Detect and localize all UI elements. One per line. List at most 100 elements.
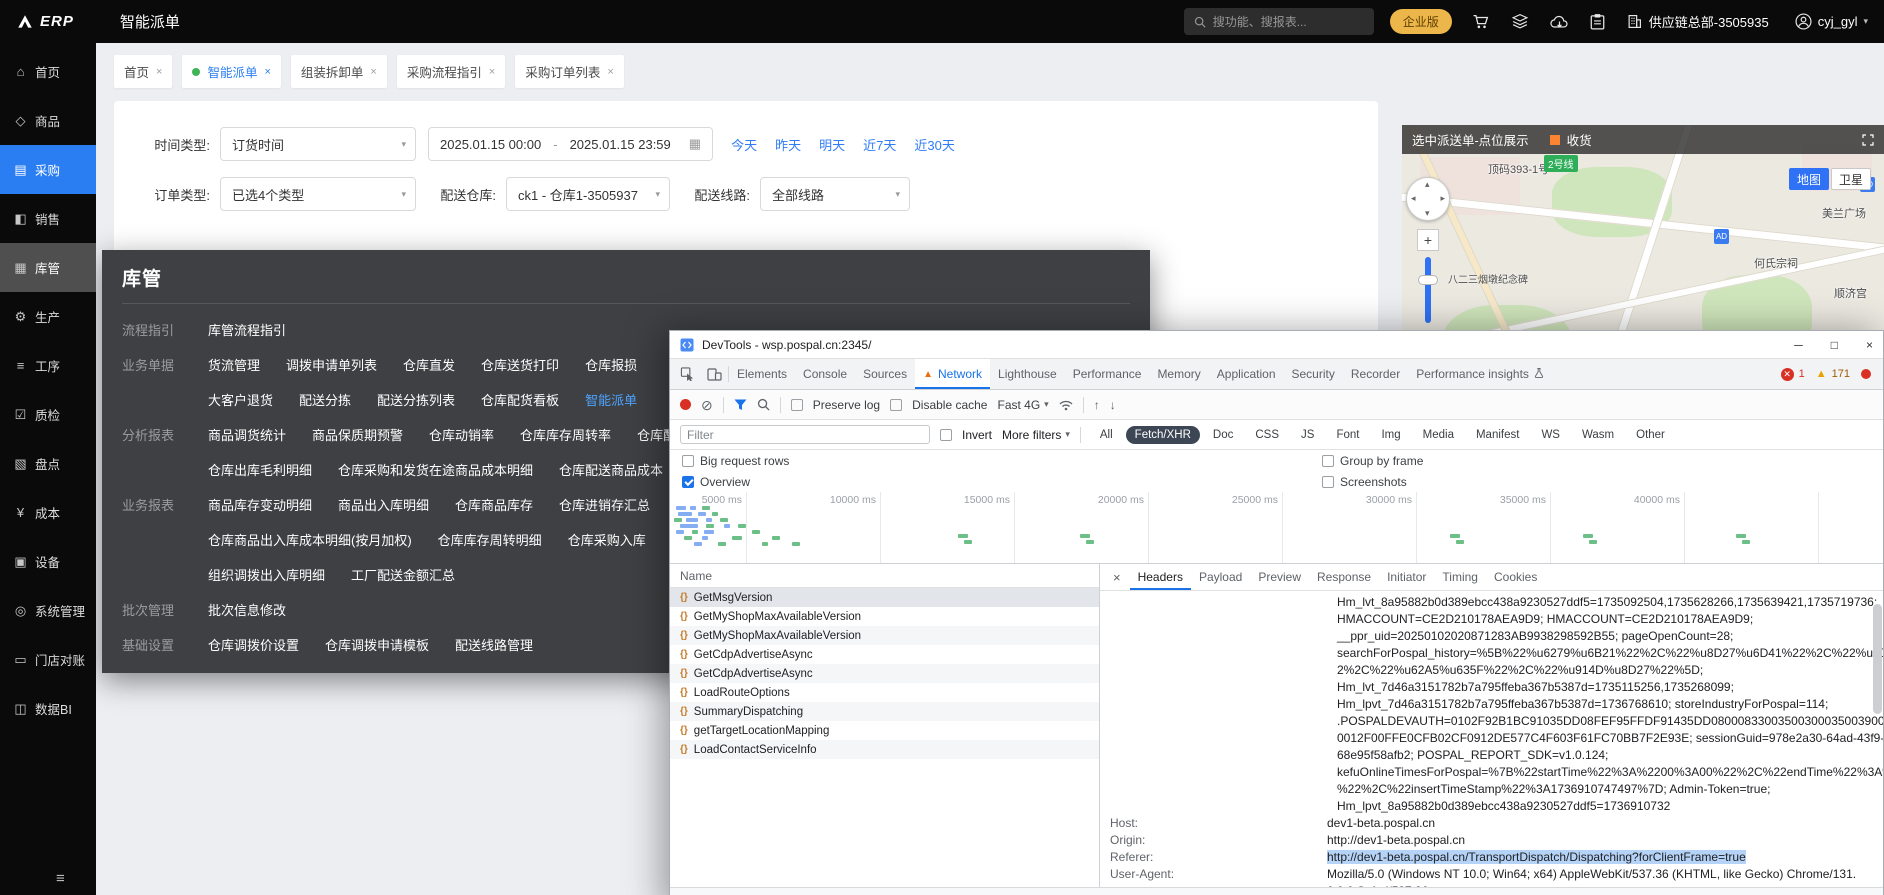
mega-menu-link-智能派单[interactable]: 智能派单 (585, 390, 637, 409)
quick-link-昨天[interactable]: 昨天 (775, 135, 801, 154)
mega-menu-link-货流管理[interactable]: 货流管理 (208, 355, 260, 374)
pan-down-icon[interactable]: ▾ (1425, 208, 1430, 219)
mega-menu-link-商品出入库明细[interactable]: 商品出入库明细 (338, 495, 429, 514)
mega-menu-link-配送分拣列表[interactable]: 配送分拣列表 (377, 390, 455, 409)
request-row-GetCdpAdvertiseAsync[interactable]: {} GetCdpAdvertiseAsync (670, 664, 1099, 683)
close-tab-icon[interactable]: × (156, 66, 162, 78)
mega-menu-link-仓库动销率[interactable]: 仓库动销率 (429, 425, 494, 444)
sidebar-item-商品[interactable]: ◇ 商品 (0, 96, 96, 145)
mega-menu-link-仓库配货看板[interactable]: 仓库配货看板 (481, 390, 559, 409)
sidebar-item-盘点[interactable]: ▧ 盘点 (0, 439, 96, 488)
mega-menu-link-仓库出库毛利明细[interactable]: 仓库出库毛利明细 (208, 460, 312, 479)
close-tab-icon[interactable]: × (264, 66, 270, 78)
quick-link-近7天[interactable]: 近7天 (863, 135, 896, 154)
mega-menu-link-库管流程指引[interactable]: 库管流程指引 (208, 320, 286, 339)
mega-menu-link-仓库调拨申请模板[interactable]: 仓库调拨申请模板 (325, 635, 429, 654)
request-row-GetMyShopMaxAvailableVersion[interactable]: {} GetMyShopMaxAvailableVersion (670, 626, 1099, 645)
global-search-input[interactable]: 搜功能、搜报表... (1183, 8, 1374, 35)
error-count[interactable]: 1 (1799, 368, 1805, 380)
network-filter-input[interactable]: Filter (680, 425, 930, 444)
sidebar-item-销售[interactable]: ◧ 销售 (0, 194, 96, 243)
collapse-sidebar-icon[interactable]: ≡ (56, 870, 65, 887)
network-conditions-icon[interactable] (1059, 399, 1073, 411)
request-row-GetMyShopMaxAvailableVersion[interactable]: {} GetMyShopMaxAvailableVersion (670, 607, 1099, 626)
close-icon[interactable]: × (1866, 338, 1873, 352)
overview-checkbox[interactable] (682, 475, 694, 488)
pan-up-icon[interactable]: ▴ (1425, 179, 1430, 190)
details-tab-Cookies[interactable]: Cookies (1486, 564, 1545, 590)
details-tab-Timing[interactable]: Timing (1434, 564, 1486, 590)
tab-智能派单[interactable]: 智能派单 × (182, 55, 281, 88)
sidebar-item-首页[interactable]: ⌂ 首页 (0, 47, 96, 96)
sidebar-item-采购[interactable]: ▤ 采购 (0, 145, 96, 194)
devtools-tab-Performance[interactable]: Performance (1065, 359, 1150, 389)
mega-menu-link-批次信息修改[interactable]: 批次信息修改 (208, 600, 286, 619)
group-by-frame-checkbox[interactable] (1322, 454, 1334, 467)
sidebar-item-生产[interactable]: ⚙ 生产 (0, 292, 96, 341)
clipboard-icon[interactable] (1590, 13, 1605, 30)
map-mode-button[interactable]: 地图 (1789, 168, 1829, 190)
mega-menu-link-商品库存变动明细[interactable]: 商品库存变动明细 (208, 495, 312, 514)
error-icon[interactable]: ✕ (1780, 367, 1794, 381)
details-scrollbar[interactable] (1873, 604, 1882, 714)
pill-Img[interactable]: Img (1372, 426, 1409, 444)
order-type-select[interactable]: 已选4个类型 ▾ (220, 177, 416, 211)
tab-采购流程指引[interactable]: 采购流程指引 × (396, 55, 506, 88)
expand-icon[interactable] (1862, 133, 1874, 146)
quick-link-近30天[interactable]: 近30天 (914, 135, 954, 154)
mega-menu-link-仓库配送商品成本[interactable]: 仓库配送商品成本 (559, 460, 663, 479)
record-button[interactable] (680, 399, 691, 410)
mega-menu-link-调拨申请单列表[interactable]: 调拨申请单列表 (286, 355, 377, 374)
zoom-slider-thumb[interactable] (1418, 275, 1438, 285)
request-row-GetMsgVersion[interactable]: {} GetMsgVersion (670, 588, 1099, 607)
sidebar-item-工序[interactable]: ≡ 工序 (0, 341, 96, 390)
close-details-icon[interactable]: × (1104, 570, 1130, 585)
tab-组装拆卸单[interactable]: 组装拆卸单 × (290, 55, 387, 88)
time-type-select[interactable]: 订货时间 ▾ (220, 127, 416, 161)
devtools-tab-Memory[interactable]: Memory (1149, 359, 1208, 389)
inspect-icon[interactable] (674, 367, 701, 381)
mega-menu-link-工厂配送金额汇总[interactable]: 工厂配送金额汇总 (351, 565, 455, 584)
pill-All[interactable]: All (1091, 426, 1122, 444)
pan-right-icon[interactable]: ▸ (1440, 193, 1445, 204)
devtools-tab-Lighthouse[interactable]: Lighthouse (990, 359, 1065, 389)
mega-menu-link-大客户退货[interactable]: 大客户退货 (208, 390, 273, 409)
request-row-LoadContactServiceInfo[interactable]: {} LoadContactServiceInfo (670, 740, 1099, 759)
preserve-log-checkbox[interactable] (790, 398, 803, 411)
pill-Font[interactable]: Font (1327, 426, 1368, 444)
date-range-input[interactable]: 2025.01.15 00:00 - 2025.01.15 23:59 ▦ (428, 127, 714, 161)
mega-menu-link-仓库采购和发货在途商品成本明细[interactable]: 仓库采购和发货在途商品成本明细 (338, 460, 533, 479)
filter-toggle-icon[interactable] (734, 399, 747, 411)
details-tab-Initiator[interactable]: Initiator (1379, 564, 1434, 590)
minimize-icon[interactable]: ─ (1794, 338, 1803, 352)
pill-Other[interactable]: Other (1627, 426, 1674, 444)
tab-采购订单列表[interactable]: 采购订单列表 × (515, 55, 624, 88)
big-request-rows-checkbox[interactable] (682, 454, 694, 467)
disable-cache-checkbox[interactable] (890, 398, 903, 411)
throttling-select[interactable]: Fast 4G ▾ (997, 398, 1048, 412)
details-tab-Response[interactable]: Response (1309, 564, 1379, 590)
quick-link-明天[interactable]: 明天 (819, 135, 845, 154)
export-har-icon[interactable]: ↓ (1110, 398, 1116, 412)
route-select[interactable]: 全部线路 ▾ (760, 177, 910, 211)
mega-menu-link-仓库进销存汇总[interactable]: 仓库进销存汇总 (559, 495, 650, 514)
devtools-tab-Recorder[interactable]: Recorder (1343, 359, 1408, 389)
mega-menu-link-仓库采购入库[interactable]: 仓库采购入库 (568, 530, 646, 549)
mega-menu-link-商品保质期预警[interactable]: 商品保质期预警 (312, 425, 403, 444)
mega-menu-link-仓库库存周转率[interactable]: 仓库库存周转率 (520, 425, 611, 444)
mega-menu-link-组织调拨出入库明细[interactable]: 组织调拨出入库明细 (208, 565, 325, 584)
tab-首页[interactable]: 首页 × (114, 55, 173, 88)
mega-menu-link-仓库商品出入库成本明细(按月加权)[interactable]: 仓库商品出入库成本明细(按月加权) (208, 530, 412, 549)
details-tab-Headers[interactable]: Headers (1130, 564, 1191, 590)
devtools-tab-Network[interactable]: ▲ Network (915, 359, 991, 389)
sidebar-item-库管[interactable]: ▦ 库管 (0, 243, 96, 292)
layers-icon[interactable] (1511, 13, 1529, 30)
details-tab-Preview[interactable]: Preview (1250, 564, 1309, 590)
pill-JS[interactable]: JS (1292, 426, 1323, 444)
warehouse-select[interactable]: ck1 - 仓库1-3505937 ▾ (506, 177, 670, 211)
sidebar-item-设备[interactable]: ▣ 设备 (0, 537, 96, 586)
quick-link-今天[interactable]: 今天 (731, 135, 757, 154)
name-column-header[interactable]: Name (670, 564, 1099, 588)
mega-menu-link-仓库商品库存[interactable]: 仓库商品库存 (455, 495, 533, 514)
device-toolbar-icon[interactable] (701, 367, 728, 381)
